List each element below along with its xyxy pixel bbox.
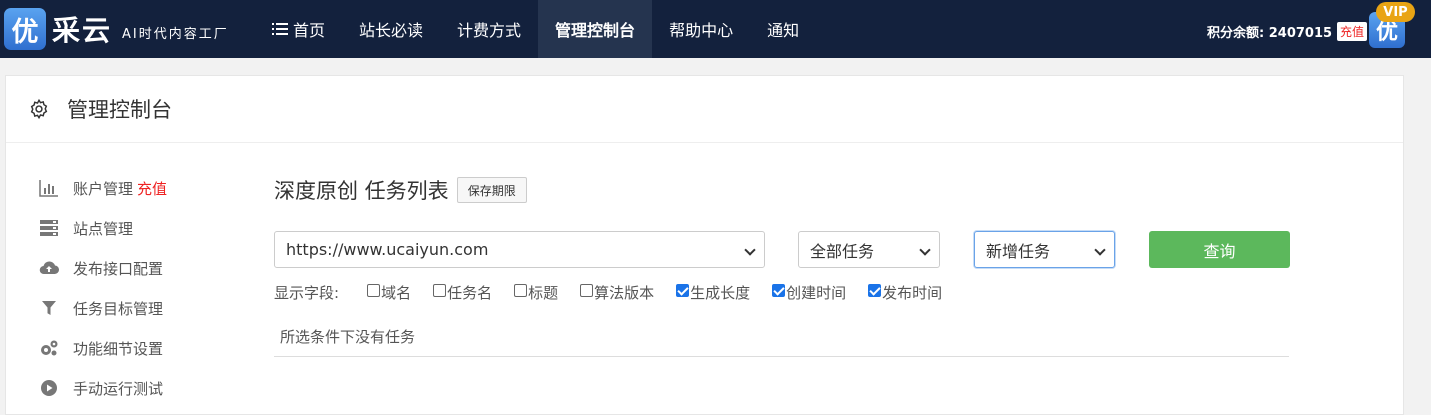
logo-slogan: AI时代内容工厂 <box>122 26 229 42</box>
logo-name: 采云 <box>52 14 113 47</box>
query-button[interactable]: 查询 <box>1149 231 1290 268</box>
gear-icon <box>30 98 48 120</box>
sidebar-item-label: 手动运行测试 <box>73 379 164 398</box>
sidebar-item-label: 任务目标管理 <box>73 299 164 318</box>
cloud-upload-icon <box>39 261 59 275</box>
vip-badge: VIP <box>1376 2 1415 22</box>
points-text: 积分余额: 2407015 <box>1207 26 1333 41</box>
logo-badge: 优 <box>4 8 46 50</box>
chevron-down-icon <box>919 244 931 256</box>
checkbox-label: 生成长度 <box>690 283 751 302</box>
gears-icon <box>41 340 58 356</box>
main-nav: 首页 站长必读 计费方式 管理控制台 帮助中心 通知 <box>255 0 816 58</box>
heading-row: 深度原创 任务列表 保存期限 <box>274 170 1294 210</box>
sidebar-item-label: 发布接口配置 <box>73 259 164 278</box>
recharge-button[interactable]: 充值 <box>1337 22 1368 41</box>
console-panel: 管理控制台 账户管理 充值 站点管理 发布接口配置 任务目标管理 功能细节设置 … <box>5 75 1404 415</box>
nav-item-label: 通知 <box>767 21 800 40</box>
sidebar-item-manual-test[interactable]: 手动运行测试 <box>39 368 167 408</box>
sidebar-item-feature-settings[interactable]: 功能细节设置 <box>39 328 167 368</box>
site-select[interactable]: https://www.ucaiyun.com <box>274 231 765 268</box>
task-list-heading: 深度原创 任务列表 <box>274 179 449 203</box>
nav-item-pricing[interactable]: 计费方式 <box>440 0 538 58</box>
display-fields-label: 显示字段: <box>274 283 340 302</box>
empty-state-text: 所选条件下没有任务 <box>280 328 416 346</box>
task-filter-value: 全部任务 <box>810 241 875 261</box>
sidebar-item-label: 功能细节设置 <box>73 339 164 358</box>
field-checkbox-title[interactable]: 标题 <box>514 282 558 303</box>
sidebar-item-label: 账户管理 <box>73 179 134 198</box>
nav-item-label: 首页 <box>293 21 326 40</box>
menu-icon <box>272 22 288 36</box>
checkbox[interactable] <box>514 283 528 297</box>
task-list-content: 深度原创 任务列表 保存期限 https://www.ucaiyun.com 全… <box>274 170 1294 357</box>
field-checkbox-created-time[interactable]: 创建时间 <box>772 282 846 303</box>
task-filter-select[interactable]: 全部任务 <box>798 231 940 268</box>
site-select-value: https://www.ucaiyun.com <box>286 240 489 259</box>
field-checkbox-domain[interactable]: 域名 <box>367 282 411 303</box>
field-checkbox-publish-time[interactable]: 发布时间 <box>868 282 942 303</box>
action-select-value: 新增任务 <box>986 241 1051 261</box>
checkbox-label: 任务名 <box>447 283 493 302</box>
field-checkbox-algorithm[interactable]: 算法版本 <box>580 282 654 303</box>
page-title: 管理控制台 <box>67 98 172 122</box>
nav-item-console[interactable]: 管理控制台 <box>538 0 653 58</box>
save-period-button[interactable]: 保存期限 <box>456 177 527 203</box>
sidebar-item-task-targets[interactable]: 任务目标管理 <box>39 288 167 328</box>
nav-item-label: 管理控制台 <box>555 21 636 40</box>
checkbox-label: 发布时间 <box>882 283 943 302</box>
filter-icon <box>42 301 56 315</box>
checkbox[interactable] <box>433 283 447 297</box>
points-balance: 积分余额: 2407015 充值 <box>1207 22 1368 41</box>
checkbox-label: 创建时间 <box>786 283 847 302</box>
nav-item-home[interactable]: 首页 <box>255 0 342 58</box>
action-select[interactable]: 新增任务 <box>974 231 1115 268</box>
nav-item-must-read[interactable]: 站长必读 <box>342 0 440 58</box>
nav-item-label: 站长必读 <box>359 21 424 40</box>
nav-item-notice[interactable]: 通知 <box>750 0 816 58</box>
field-checkbox-task-name[interactable]: 任务名 <box>433 282 492 303</box>
nav-item-help[interactable]: 帮助中心 <box>652 0 750 58</box>
sidebar-item-account[interactable]: 账户管理 充值 <box>39 168 167 208</box>
checkbox[interactable] <box>868 283 882 297</box>
chevron-down-icon <box>1094 244 1106 256</box>
nav-item-label: 帮助中心 <box>669 21 734 40</box>
bar-chart-icon <box>39 180 58 197</box>
nav-item-label: 计费方式 <box>457 21 522 40</box>
checkbox-label: 域名 <box>381 283 412 302</box>
logo[interactable]: 优 采云 AI时代内容工厂 <box>4 6 229 52</box>
checkbox-label: 算法版本 <box>594 283 655 302</box>
play-circle-icon <box>41 380 57 396</box>
sidebar-item-label: 站点管理 <box>73 219 134 238</box>
checkbox-label: 标题 <box>528 283 559 302</box>
panel-header: 管理控制台 <box>6 76 1403 143</box>
checkbox[interactable] <box>772 283 786 297</box>
sidebar-item-publish-api[interactable]: 发布接口配置 <box>39 248 167 288</box>
chevron-down-icon <box>744 244 756 256</box>
checkbox[interactable] <box>367 283 381 297</box>
server-icon <box>40 220 58 236</box>
top-navigation-bar: 优 采云 AI时代内容工厂 首页 站长必读 计费方式 管理控制台 帮助中心 通知 <box>0 0 1431 58</box>
sidebar: 账户管理 充值 站点管理 发布接口配置 任务目标管理 功能细节设置 手动运行测试 <box>39 168 167 408</box>
field-checkbox-length[interactable]: 生成长度 <box>676 282 750 303</box>
empty-state-row: 所选条件下没有任务 <box>274 317 1289 357</box>
display-fields: 显示字段: 域名 任务名 标题 算法版本 生成长度 创建时间 发布时间 <box>274 281 964 303</box>
sidebar-recharge-link[interactable]: 充值 <box>137 178 167 199</box>
checkbox[interactable] <box>676 283 690 297</box>
sidebar-item-sites[interactable]: 站点管理 <box>39 208 167 248</box>
checkbox[interactable] <box>580 283 594 297</box>
